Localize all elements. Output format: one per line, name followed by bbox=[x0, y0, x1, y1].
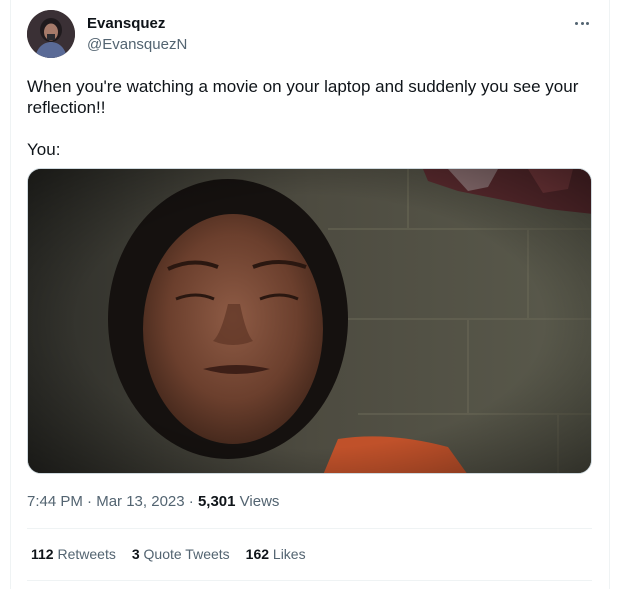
retweets-count: 112 bbox=[31, 546, 54, 562]
tweet-time[interactable]: 7:44 PM bbox=[27, 493, 83, 510]
quote-tweets-stat[interactable]: 3 Quote Tweets bbox=[132, 546, 230, 562]
tweet-date[interactable]: Mar 13, 2023 bbox=[96, 493, 184, 510]
meta-separator: · bbox=[82, 493, 97, 510]
quote-tweets-label: Quote Tweets bbox=[139, 546, 230, 562]
likes-stat[interactable]: 162 Likes bbox=[246, 546, 306, 562]
engagement-stats: 112 Retweets 3 Quote Tweets 162 Likes bbox=[31, 546, 322, 562]
right-border bbox=[609, 0, 610, 589]
more-dots-icon[interactable] bbox=[570, 12, 594, 34]
tweet-meta: 7:44 PM · Mar 13, 2023 · 5,301 Views bbox=[27, 493, 279, 510]
tweet-text: When you're watching a movie on your lap… bbox=[27, 77, 579, 159]
meta-separator: · bbox=[184, 493, 198, 510]
likes-count: 162 bbox=[245, 546, 270, 562]
divider bbox=[27, 528, 592, 529]
views-label: Views bbox=[235, 493, 280, 510]
retweets-label: Retweets bbox=[53, 546, 116, 562]
left-border bbox=[10, 0, 11, 589]
photo-image bbox=[28, 169, 591, 473]
avatar[interactable] bbox=[27, 10, 75, 58]
divider bbox=[27, 580, 592, 581]
author-handle[interactable]: @EvansquezN bbox=[87, 36, 187, 53]
avatar-image bbox=[27, 10, 75, 58]
likes-label: Likes bbox=[269, 546, 306, 562]
tweet-card: Evansquez @EvansquezN When you're watchi… bbox=[0, 0, 629, 589]
retweets-stat[interactable]: 112 Retweets bbox=[31, 546, 116, 562]
tweet-photo[interactable] bbox=[27, 168, 592, 474]
quote-tweets-count: 3 bbox=[131, 546, 140, 562]
views-count: 5,301 bbox=[197, 493, 236, 510]
author-display-name[interactable]: Evansquez bbox=[87, 15, 165, 32]
